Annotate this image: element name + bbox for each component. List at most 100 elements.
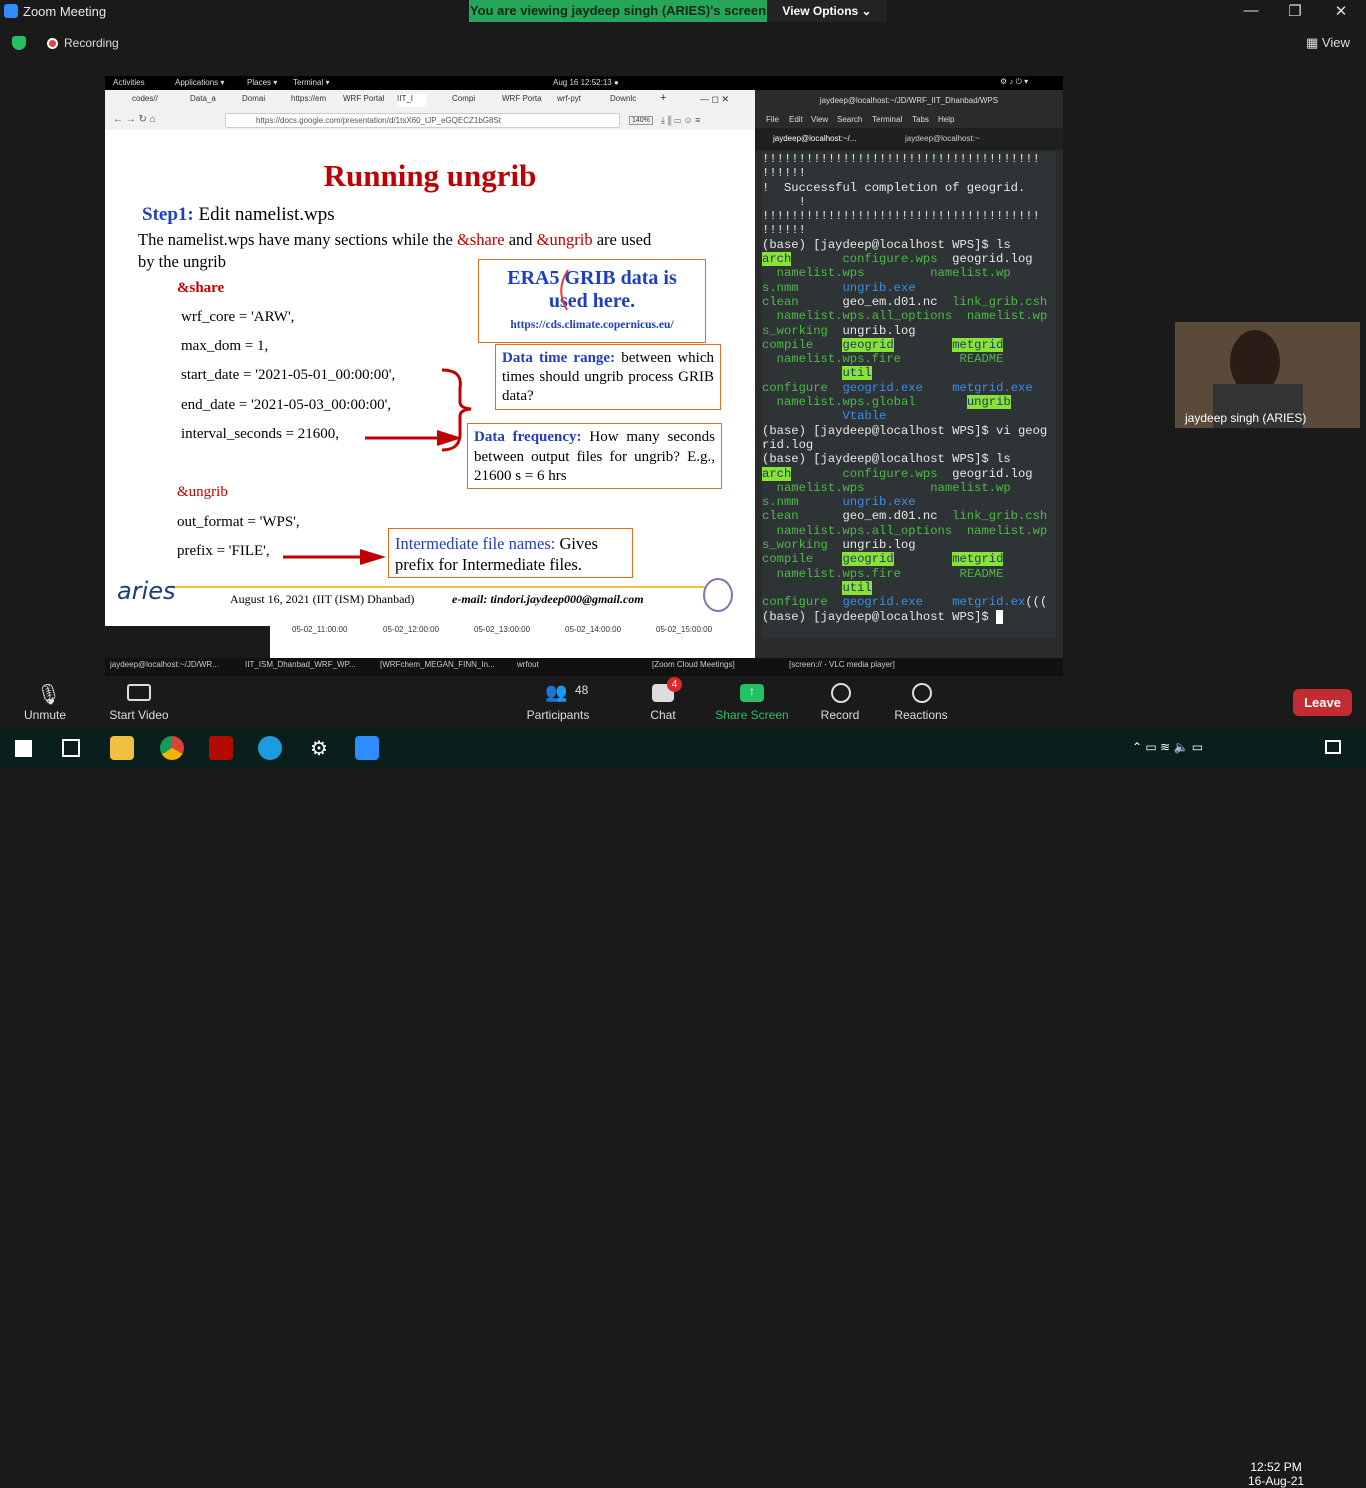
- chrome-icon[interactable]: [160, 736, 184, 760]
- menu-tabs[interactable]: Tabs: [912, 115, 929, 124]
- new-tab-button[interactable]: +: [660, 92, 672, 105]
- annotation-stroke: [560, 269, 569, 311]
- zoom-taskbar-icon[interactable]: [355, 736, 379, 760]
- participants-icon[interactable]: 👥: [545, 682, 567, 703]
- terminal-title: jaydeep@localhost:~/JD/WRF_IIT_Dhanbad/W…: [755, 90, 1063, 112]
- tray-icons[interactable]: ⌃ ▭ ≋ 🔈 ▭: [1132, 740, 1203, 754]
- reactions-icon[interactable]: [912, 683, 932, 703]
- taskbar-item[interactable]: wrfout: [517, 660, 645, 674]
- record-label[interactable]: Record: [818, 708, 862, 722]
- taskbar-clock[interactable]: 12:52 PM 16-Aug-21: [1248, 1460, 1304, 1488]
- settings-gear-icon[interactable]: ⚙: [307, 736, 331, 760]
- windows-start-icon[interactable]: [15, 740, 32, 757]
- menu-help[interactable]: Help: [938, 115, 954, 124]
- taskbar-item[interactable]: [Zoom Cloud Meetings]: [652, 660, 782, 674]
- plot-tick: 05-02_11:00:00: [292, 625, 348, 634]
- video-off-icon[interactable]: [127, 684, 151, 701]
- maximize-button[interactable]: ❐: [1280, 2, 1310, 20]
- menu-view[interactable]: View: [811, 115, 828, 124]
- browser-tab[interactable]: Domai: [242, 94, 284, 107]
- toolbar-icons[interactable]: ⤓ ⫼ ▭ ☺ ≡: [661, 115, 700, 126]
- zoom-app-icon: [4, 4, 18, 18]
- windows-taskbar: ⚙ ⌃ ▭ ≋ 🔈 ▭ 12:52 PM 16-Aug-21: [0, 728, 1366, 1488]
- prefix-arrow-head: [360, 549, 386, 565]
- browser-tab[interactable]: WRF Porta: [502, 94, 544, 107]
- edge-icon[interactable]: [258, 736, 282, 760]
- minimize-button[interactable]: —: [1236, 2, 1266, 19]
- share-screen-icon[interactable]: ↑: [740, 684, 764, 702]
- view-options-button[interactable]: View Options ⌄: [767, 0, 887, 22]
- leave-button[interactable]: Leave: [1293, 689, 1352, 716]
- terminal-tab-active[interactable]: jaydeep@localhost:~/...: [773, 134, 857, 143]
- terminal-menu[interactable]: Terminal ▾: [293, 78, 329, 87]
- unmute-label[interactable]: Unmute: [20, 708, 70, 722]
- slide-email: e-mail: tindori.jaydeep000@gmail.com: [452, 592, 644, 606]
- task-view-icon[interactable]: [62, 739, 80, 757]
- gnome-top-bar: Activities Applications ▾ Places ▾ Termi…: [105, 76, 1063, 90]
- menu-search[interactable]: Search: [837, 115, 862, 124]
- browser-tab[interactable]: Compi: [452, 94, 490, 107]
- chat-badge: 4: [667, 677, 682, 692]
- taskbar-item[interactable]: [WRFchem_MEGAN_FINN_In...: [380, 660, 510, 674]
- plot-tick: 05-02_14:00:00: [565, 625, 622, 634]
- participants-count: 48: [575, 683, 589, 697]
- participant-name: jaydeep singh (ARIES): [1185, 411, 1307, 425]
- recording-label: Recording: [64, 36, 119, 50]
- notifications-icon[interactable]: [1325, 740, 1341, 754]
- close-button[interactable]: ✕: [1326, 2, 1356, 20]
- taskbar-item[interactable]: IIT_ISM_Dhanbad_WRF_WP...: [245, 660, 373, 674]
- record-icon[interactable]: [831, 683, 851, 703]
- places-menu[interactable]: Places ▾: [247, 78, 277, 87]
- plot-tick: 05-02_12:00:00: [383, 625, 440, 634]
- url-text: https://docs.google.com/presentation/d/1…: [256, 116, 502, 125]
- browser-tab-active[interactable]: IIT_I: [397, 94, 427, 107]
- file-explorer-icon[interactable]: [110, 736, 134, 760]
- menu-edit[interactable]: Edit: [789, 115, 803, 124]
- presentation-slide: Running ungrib Step1: Edit namelist.wps …: [105, 130, 755, 626]
- viewing-screen-banner: You are viewing jaydeep singh (ARIES)'s …: [469, 0, 767, 22]
- chat-label[interactable]: Chat: [646, 708, 680, 722]
- terminal-output[interactable]: !!!!!!!!!!!!!!!!!!!!!!!!!!!!!!!!!!!!!! !…: [762, 152, 1056, 638]
- applications-menu[interactable]: Applications ▾: [175, 78, 224, 87]
- terminal-menubar: File Edit View Search Terminal Tabs Help: [755, 112, 1063, 128]
- gnome-clock: Aug 16 12:52:13 ●: [553, 78, 619, 87]
- aries-logo: aries: [117, 577, 176, 605]
- browser-tab[interactable]: https://em: [291, 94, 335, 107]
- microphone-muted-icon[interactable]: 🎙: [36, 682, 61, 707]
- terminal-tabs: jaydeep@localhost:~/... jaydeep@localhos…: [755, 128, 1063, 150]
- browser-tab[interactable]: WRF Portal: [343, 94, 387, 107]
- acrobat-icon[interactable]: [209, 736, 233, 760]
- start-video-label[interactable]: Start Video: [104, 708, 174, 722]
- system-tray-icon[interactable]: ⚙ ♪ ⏻ ▾: [1000, 77, 1028, 87]
- reactions-label[interactable]: Reactions: [893, 708, 949, 722]
- taskbar-item[interactable]: [screen:// - VLC media player]: [789, 660, 919, 674]
- browser-tab[interactable]: Downlc: [610, 94, 650, 107]
- zoom-level-badge[interactable]: 140%: [629, 116, 653, 125]
- meeting-toolbar: 🎙 Unmute Start Video 👥 48 Participants 4…: [0, 676, 1366, 728]
- address-bar[interactable]: https://docs.google.com/presentation/d/1…: [225, 113, 653, 128]
- view-label: View: [1321, 35, 1350, 50]
- taskbar-item[interactable]: jaydeep@localhost:~/JD/WR...: [110, 660, 238, 674]
- participants-label[interactable]: Participants: [524, 708, 592, 722]
- menu-file[interactable]: File: [766, 115, 779, 124]
- security-shield-icon[interactable]: [12, 36, 26, 50]
- remote-taskbar: jaydeep@localhost:~/JD/WR... IIT_ISM_Dha…: [105, 658, 1063, 676]
- window-controls[interactable]: — ◻ ✕: [700, 94, 750, 107]
- background-plot-strip: 05-02_11:00:00 05-02_12:00:00 05-02_13:0…: [270, 625, 760, 658]
- plot-tick: 05-02_13:00:00: [474, 625, 531, 634]
- clock-time: 12:52 PM: [1250, 1460, 1302, 1474]
- activities-menu[interactable]: Activities: [113, 78, 145, 87]
- browser-tab[interactable]: codes//: [132, 94, 180, 107]
- view-button[interactable]: ▦ View: [1306, 35, 1350, 51]
- share-screen-label[interactable]: Share Screen: [712, 708, 792, 722]
- grid-icon: ▦: [1306, 35, 1322, 50]
- plot-tick: 05-02_15:00:00: [656, 625, 713, 634]
- browser-tab[interactable]: wrf-pyt: [557, 94, 599, 107]
- browser-tab[interactable]: Data_a: [190, 94, 230, 107]
- terminal-window: jaydeep@localhost:~/JD/WRF_IIT_Dhanbad/W…: [755, 90, 1063, 660]
- slide-footer: August 16, 2021 (IIT (ISM) Dhanbad): [230, 592, 415, 606]
- firefox-window: codes// Data_a Domai https://em WRF Port…: [105, 90, 755, 130]
- terminal-tab[interactable]: jaydeep@localhost:~: [905, 134, 980, 143]
- nav-buttons[interactable]: ← → ↻ ⌂: [113, 114, 156, 125]
- menu-terminal[interactable]: Terminal: [872, 115, 902, 124]
